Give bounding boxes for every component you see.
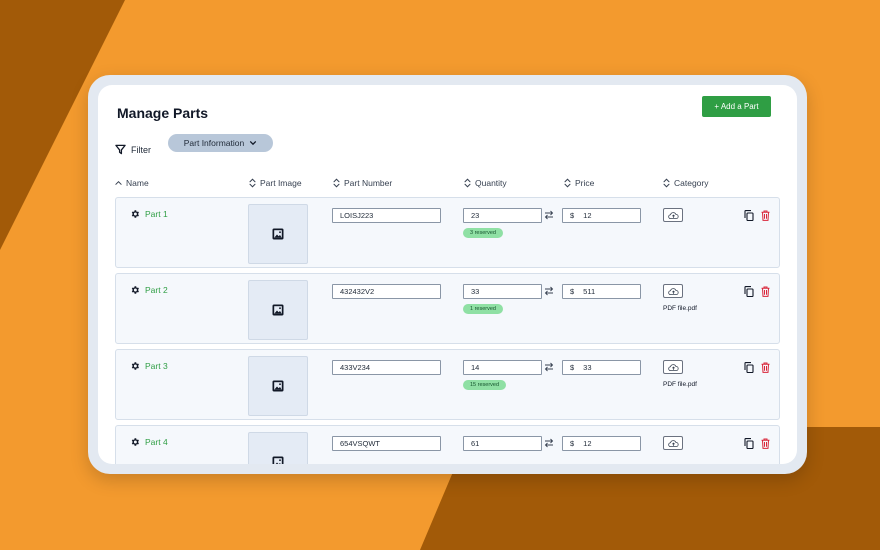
copy-icon[interactable] bbox=[744, 438, 754, 449]
sort-icon bbox=[564, 178, 571, 188]
attached-file-link[interactable]: PDF file.pdf bbox=[663, 305, 697, 312]
part-image-placeholder[interactable] bbox=[248, 280, 308, 340]
price-input[interactable]: $ 12 bbox=[562, 436, 641, 451]
column-header-category[interactable]: Category bbox=[663, 178, 709, 188]
price-input[interactable]: $ 33 bbox=[562, 360, 641, 375]
column-label: Quantity bbox=[475, 178, 507, 188]
table-row: Part 4 654VSQWT 61 $ 12 bbox=[115, 425, 780, 464]
filter-icon bbox=[115, 144, 126, 155]
price-input[interactable]: $ 12 bbox=[562, 208, 641, 223]
currency-symbol: $ bbox=[570, 287, 575, 296]
table-row: Part 1 LOISJ223 23 3 reserved $ 12 bbox=[115, 197, 780, 268]
gear-icon bbox=[131, 362, 139, 370]
column-label: Price bbox=[575, 178, 595, 188]
image-icon bbox=[272, 380, 284, 392]
sort-icon bbox=[249, 178, 256, 188]
gear-icon bbox=[131, 286, 139, 294]
cloud-upload-icon bbox=[667, 439, 679, 447]
cloud-upload-icon bbox=[667, 363, 679, 371]
part-name: Part 2 bbox=[145, 285, 168, 295]
part-number-input[interactable]: 433V234 bbox=[332, 360, 441, 375]
swap-icon[interactable] bbox=[544, 286, 554, 296]
trash-icon[interactable] bbox=[761, 362, 770, 373]
copy-icon[interactable] bbox=[744, 286, 754, 297]
filter-button[interactable]: Filter bbox=[115, 144, 151, 155]
part-image-placeholder[interactable] bbox=[248, 204, 308, 264]
image-icon bbox=[272, 228, 284, 240]
page-title: Manage Parts bbox=[117, 105, 209, 121]
upload-button[interactable] bbox=[663, 360, 683, 374]
copy-icon[interactable] bbox=[744, 362, 754, 373]
table-row: Part 3 433V234 14 15 reserved $ 33 PDF f… bbox=[115, 349, 780, 420]
part-name-link[interactable]: Part 2 bbox=[130, 285, 168, 295]
part-name-link[interactable]: Part 4 bbox=[130, 437, 168, 447]
price-value: 12 bbox=[583, 211, 592, 220]
part-image-placeholder[interactable] bbox=[248, 356, 308, 416]
part-name: Part 4 bbox=[145, 437, 168, 447]
part-image-placeholder[interactable] bbox=[248, 432, 308, 464]
reserved-badge: 15 reserved bbox=[463, 380, 507, 390]
column-label: Name bbox=[126, 178, 149, 188]
image-icon bbox=[272, 456, 284, 464]
swap-icon[interactable] bbox=[544, 438, 554, 448]
column-header-part-number[interactable]: Part Number bbox=[333, 178, 392, 188]
part-name: Part 3 bbox=[145, 361, 168, 371]
trash-icon[interactable] bbox=[761, 438, 770, 449]
column-label: Part Image bbox=[260, 178, 302, 188]
filter-label: Filter bbox=[131, 144, 151, 155]
part-name-link[interactable]: Part 3 bbox=[130, 361, 168, 371]
price-input[interactable]: $ 511 bbox=[562, 284, 641, 299]
copy-icon[interactable] bbox=[744, 210, 754, 221]
column-label: Category bbox=[674, 178, 709, 188]
trash-icon[interactable] bbox=[761, 210, 770, 221]
upload-button[interactable] bbox=[663, 284, 683, 298]
swap-icon[interactable] bbox=[544, 210, 554, 220]
reserved-badge: 3 reserved bbox=[463, 228, 503, 238]
part-name-link[interactable]: Part 1 bbox=[130, 209, 168, 219]
swap-icon[interactable] bbox=[544, 362, 554, 372]
part-number-input[interactable]: LOISJ223 bbox=[332, 208, 441, 223]
column-label: Part Number bbox=[344, 178, 393, 188]
part-number-input[interactable]: 654VSQWT bbox=[332, 436, 441, 451]
upload-button[interactable] bbox=[663, 208, 683, 222]
image-icon bbox=[272, 304, 284, 316]
reserved-badge: 1 reserved bbox=[463, 304, 503, 314]
quantity-input[interactable]: 23 bbox=[463, 208, 542, 223]
quantity-input[interactable]: 61 bbox=[463, 436, 542, 451]
chevron-up-icon bbox=[115, 180, 122, 185]
part-name: Part 1 bbox=[145, 209, 168, 219]
column-header-name[interactable]: Name bbox=[115, 178, 149, 188]
app-screen: Manage Parts + Add a Part Filter Part In… bbox=[98, 85, 797, 464]
attached-file-link[interactable]: PDF file.pdf bbox=[663, 381, 697, 388]
price-value: 12 bbox=[583, 439, 592, 448]
currency-symbol: $ bbox=[570, 211, 575, 220]
cloud-upload-icon bbox=[667, 287, 679, 295]
table-row: Part 2 432432V2 33 1 reserved $ 511 PDF … bbox=[115, 273, 780, 344]
column-header-price[interactable]: Price bbox=[564, 178, 594, 188]
sort-icon bbox=[464, 178, 471, 188]
trash-icon[interactable] bbox=[761, 286, 770, 297]
cloud-upload-icon bbox=[667, 211, 679, 219]
price-value: 33 bbox=[583, 363, 592, 372]
gear-icon bbox=[131, 210, 139, 218]
gear-icon bbox=[131, 438, 139, 446]
column-header-quantity[interactable]: Quantity bbox=[464, 178, 507, 188]
price-value: 511 bbox=[583, 287, 596, 296]
sort-icon bbox=[333, 178, 340, 188]
part-number-input[interactable]: 432432V2 bbox=[332, 284, 441, 299]
chip-label: Part Information bbox=[183, 138, 245, 148]
part-information-chip[interactable]: Part Information bbox=[168, 134, 273, 152]
upload-button[interactable] bbox=[663, 436, 683, 450]
add-part-button[interactable]: + Add a Part bbox=[702, 96, 771, 117]
currency-symbol: $ bbox=[570, 439, 575, 448]
tablet-frame: Manage Parts + Add a Part Filter Part In… bbox=[88, 75, 807, 474]
sort-icon bbox=[663, 178, 670, 188]
column-header-part-image[interactable]: Part Image bbox=[249, 178, 302, 188]
currency-symbol: $ bbox=[570, 363, 575, 372]
quantity-input[interactable]: 14 bbox=[463, 360, 542, 375]
chevron-down-icon bbox=[250, 141, 257, 146]
quantity-input[interactable]: 33 bbox=[463, 284, 542, 299]
